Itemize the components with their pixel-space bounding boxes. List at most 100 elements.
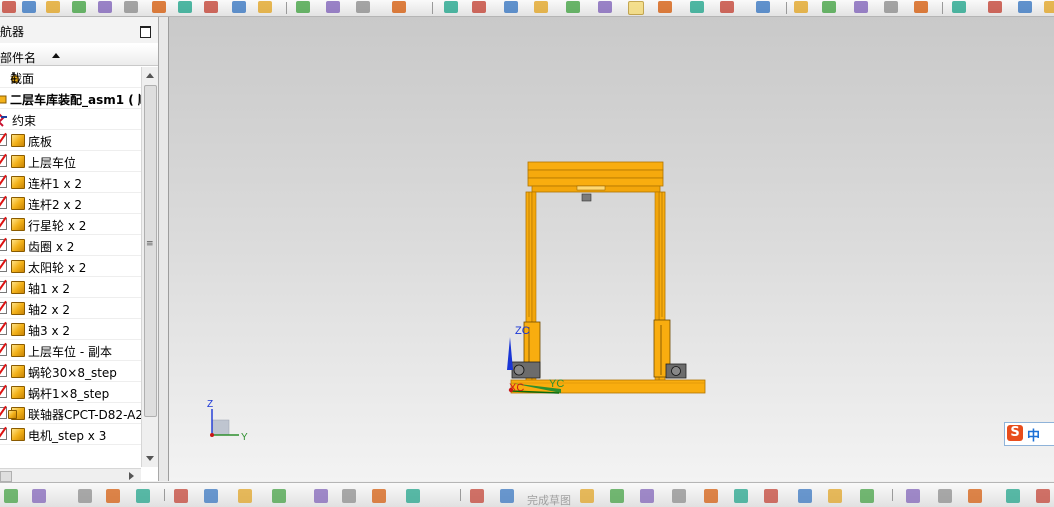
- toolbar-tool-icon[interactable]: [98, 1, 112, 13]
- toolbar-tool-icon[interactable]: [204, 1, 218, 13]
- toolbar-tool-icon[interactable]: [232, 1, 246, 13]
- toolbar-tool-icon[interactable]: [392, 1, 406, 13]
- toolbar-tool-icon[interactable]: [952, 1, 966, 13]
- visibility-checkbox[interactable]: [0, 302, 7, 314]
- visibility-checkbox[interactable]: [0, 218, 7, 230]
- tree-item-component[interactable]: 轴2 x 2: [0, 298, 141, 319]
- toolbar-tool-icon[interactable]: [1044, 1, 1054, 13]
- tree-item-component[interactable]: 底板: [0, 130, 141, 151]
- toolbar-tool-icon[interactable]: [884, 1, 898, 13]
- toolbar-tool-icon[interactable]: [794, 1, 808, 13]
- right-link-column[interactable]: [653, 191, 687, 387]
- scroll-thumb[interactable]: [144, 85, 157, 417]
- visibility-checkbox[interactable]: [0, 239, 7, 251]
- toolbar-tool-icon[interactable]: [938, 489, 952, 503]
- toolbar-tool-icon[interactable]: [470, 489, 484, 503]
- column-header-part-name[interactable]: 部件名: [0, 49, 36, 66]
- toolbar-tool-icon[interactable]: [988, 1, 1002, 13]
- toolbar-tool-icon[interactable]: [178, 1, 192, 13]
- left-link-column[interactable]: [511, 191, 541, 387]
- toolbar-tool-icon[interactable]: [704, 489, 718, 503]
- tree-item-constraints[interactable]: 约束: [0, 109, 141, 130]
- tree-item-component[interactable]: 上层车位 - 副本: [0, 340, 141, 361]
- toolbar-tool-icon[interactable]: [534, 1, 548, 13]
- tree-item-component[interactable]: 蜗轮30×8_step: [0, 361, 141, 382]
- toolbar-tool-icon[interactable]: [342, 489, 356, 503]
- visibility-checkbox[interactable]: [0, 197, 7, 209]
- scroll-up-icon[interactable]: [146, 73, 154, 78]
- tree-item-section[interactable]: 截面: [0, 67, 141, 88]
- tree-item-component[interactable]: 太阳轮 x 2: [0, 256, 141, 277]
- visibility-checkbox[interactable]: [0, 323, 7, 335]
- tree-item-component[interactable]: 轴承座 x 4: [0, 445, 141, 447]
- maximize-icon[interactable]: [140, 26, 151, 38]
- visibility-checkbox[interactable]: [0, 155, 7, 167]
- toolbar-tool-icon[interactable]: [610, 489, 624, 503]
- toolbar-tool-icon[interactable]: [2, 1, 16, 13]
- toolbar-tool-icon[interactable]: [756, 1, 770, 13]
- toolbar-tool-icon[interactable]: [326, 1, 340, 13]
- visibility-checkbox[interactable]: [0, 365, 7, 377]
- tree-item-component[interactable]: 连杆1 x 2: [0, 172, 141, 193]
- visibility-checkbox[interactable]: [0, 176, 7, 188]
- graphics-viewport[interactable]: ZC XC YC Z Y S 中: [168, 17, 1054, 481]
- tree-item-component[interactable]: 轴3 x 2: [0, 319, 141, 340]
- toolbar-tool-icon[interactable]: [22, 1, 36, 13]
- visibility-checkbox[interactable]: [0, 407, 7, 419]
- toolbar-tool-icon[interactable]: [580, 489, 594, 503]
- toolbar-tool-icon[interactable]: [72, 1, 86, 13]
- toolbar-tool-icon[interactable]: [296, 1, 310, 13]
- tree-item-component[interactable]: 齿圈 x 2: [0, 235, 141, 256]
- tree-item-assembly[interactable]: 二层车库装配_asm1 ( 顺: [0, 88, 141, 109]
- sort-ascending-icon[interactable]: [52, 53, 60, 58]
- horizontal-scrollbar[interactable]: [0, 468, 141, 483]
- toolbar-tool-icon[interactable]: [258, 1, 272, 13]
- visibility-checkbox[interactable]: [0, 386, 7, 398]
- toolbar-tool-icon[interactable]: [78, 489, 92, 503]
- tree-item-component[interactable]: 上层车位: [0, 151, 141, 172]
- toolbar-tool-icon[interactable]: [1018, 1, 1032, 13]
- toolbar-tool-icon[interactable]: [764, 489, 778, 503]
- scroll-thumb-horizontal[interactable]: [0, 471, 12, 482]
- tree-item-component[interactable]: 蜗杆1×8_step: [0, 382, 141, 403]
- toolbar-tool-icon[interactable]: [372, 489, 386, 503]
- visibility-checkbox[interactable]: [0, 344, 7, 356]
- toolbar-tool-icon[interactable]: [720, 1, 734, 13]
- toolbar-tool-icon[interactable]: [822, 1, 836, 13]
- toolbar-tool-icon[interactable]: [828, 489, 842, 503]
- toolbar-tool-icon[interactable]: [356, 1, 370, 13]
- toolbar-tool-icon[interactable]: [504, 1, 518, 13]
- toolbar-tool-icon[interactable]: [238, 489, 252, 503]
- toolbar-tool-icon[interactable]: [798, 489, 812, 503]
- scroll-right-icon[interactable]: [129, 472, 134, 480]
- column-header[interactable]: 部件名: [0, 45, 158, 66]
- toolbar-tool-icon[interactable]: [314, 489, 328, 503]
- toolbar-tool-icon[interactable]: [106, 489, 120, 503]
- model-canvas[interactable]: ZC XC YC Z Y: [169, 17, 1054, 481]
- visibility-checkbox[interactable]: [0, 134, 7, 146]
- toolbar-tool-icon[interactable]: [406, 489, 420, 503]
- toolbar-tool-icon[interactable]: [272, 489, 286, 503]
- toolbar-tool-icon[interactable]: [174, 489, 188, 503]
- toolbar-tool-icon[interactable]: [136, 489, 150, 503]
- toolbar-tool-icon[interactable]: [628, 1, 644, 15]
- toolbar-tool-icon[interactable]: [472, 1, 486, 13]
- toolbar-tool-icon[interactable]: [4, 489, 18, 503]
- toolbar-tool-icon[interactable]: [914, 1, 928, 13]
- visibility-checkbox[interactable]: [0, 260, 7, 272]
- toolbar-tool-icon[interactable]: [566, 1, 580, 13]
- toolbar-tool-icon[interactable]: [690, 1, 704, 13]
- toolbar-tool-icon[interactable]: [640, 489, 654, 503]
- panel-splitter[interactable]: [159, 17, 168, 481]
- tree-item-component[interactable]: 行星轮 x 2: [0, 214, 141, 235]
- vertical-scrollbar[interactable]: [141, 67, 158, 467]
- toolbar-tool-icon[interactable]: [854, 1, 868, 13]
- visibility-checkbox[interactable]: [0, 428, 7, 440]
- tree-item-component[interactable]: 联轴器CPCT-D82-A2: [0, 403, 141, 424]
- ime-mode-label[interactable]: 中: [1027, 425, 1040, 444]
- toolbar-tool-icon[interactable]: [598, 1, 612, 13]
- toolbar-tool-icon[interactable]: [1006, 489, 1020, 503]
- tree-item-component[interactable]: 连杆2 x 2: [0, 193, 141, 214]
- ime-indicator[interactable]: S 中: [1004, 422, 1054, 446]
- toolbar-tool-icon[interactable]: [500, 489, 514, 503]
